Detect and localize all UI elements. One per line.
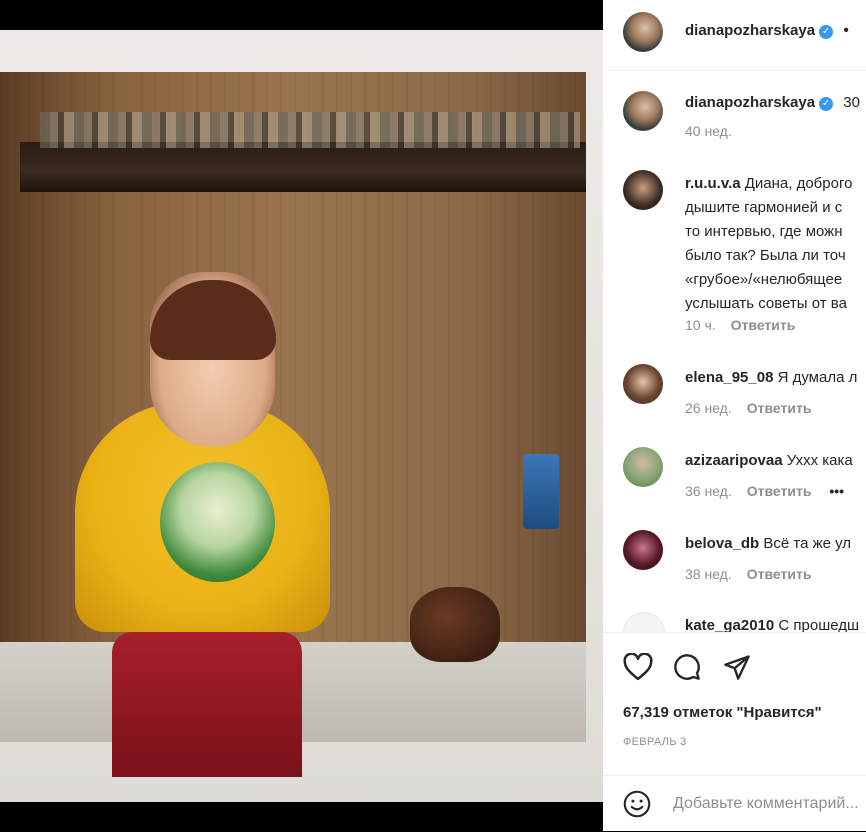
commenter-avatar[interactable] (623, 530, 663, 570)
commenter-avatar[interactable] (623, 364, 663, 404)
comment-time: 26 нед. (685, 400, 732, 416)
share-icon[interactable] (723, 653, 751, 681)
caption-time: 40 нед. (685, 123, 732, 139)
reply-button[interactable]: Ответить (747, 483, 812, 499)
author-username[interactable]: dianapozharskaya (685, 22, 815, 39)
comment-time: 36 нед. (685, 483, 732, 499)
emoji-icon[interactable] (623, 790, 651, 818)
comment-body: azizaaripovaa Ухxx кака (685, 449, 853, 473)
plush-toy (160, 462, 275, 582)
comment-line: дышите гармонией и с (685, 199, 843, 216)
verified-icon: ✓ (819, 97, 834, 111)
comment-body: kate_ga2010 С прошедш (685, 614, 859, 632)
commenter-username[interactable]: belova_db (685, 535, 759, 552)
comment-icon[interactable] (673, 653, 701, 681)
post-side-panel: dianapozharskaya ✓ • dianapozharskaya ✓ 30… (603, 0, 866, 831)
header-separator: • (843, 22, 849, 39)
reply-button[interactable]: Ответить (747, 400, 812, 416)
add-comment-bar: Добавьте комментарий... (603, 775, 866, 832)
comment-body: belova_db Всё та же ул (685, 532, 851, 556)
comment-text: Я думала л (777, 369, 858, 386)
comment-text: Всё та же ул (763, 535, 852, 552)
comment-text: С прошедш (778, 617, 860, 632)
shelf-items (40, 112, 580, 148)
more-options-icon[interactable]: ••• (829, 483, 844, 499)
post-header: dianapozharskaya ✓ • (603, 0, 866, 71)
commenter-username[interactable]: kate_ga2010 (685, 617, 774, 632)
comment-line: было так? Была ли точ (685, 247, 846, 264)
reply-button[interactable]: Ответить (747, 566, 812, 582)
post-photo[interactable] (0, 30, 603, 802)
comment-meta: 10 ч. Ответить (685, 317, 795, 333)
comment-line: то интервью, где можн (685, 223, 843, 240)
polaroid-print (0, 72, 586, 777)
likes-count[interactable]: 67,319 отметок "Нравится" (623, 704, 822, 721)
kettle (410, 587, 500, 662)
commenter-avatar[interactable] (623, 170, 663, 210)
caption-username[interactable]: dianapozharskaya (685, 94, 815, 111)
commenter-username[interactable]: azizaaripovaa (685, 452, 783, 469)
comment-input[interactable]: Добавьте комментарий... (673, 795, 859, 813)
shelf (20, 142, 586, 192)
comment-meta: 38 нед. Ответить (685, 566, 811, 582)
comment-line: услышать советы от ва (685, 295, 847, 312)
post-actions: 67,319 отметок "Нравится" ФЕВРАЛЬ 3 (603, 632, 866, 763)
post-date[interactable]: ФЕВРАЛЬ 3 (623, 736, 687, 748)
caption-text: 30 (843, 94, 860, 111)
comment-line: Диана, доброго (744, 175, 853, 192)
author-avatar[interactable] (623, 12, 663, 52)
caption-line: dianapozharskaya ✓ 30 (685, 91, 860, 115)
comments-list[interactable]: dianapozharskaya ✓ 30 40 нед. r.u.u.v.a Д… (603, 71, 866, 632)
girl-pants (112, 632, 302, 777)
verified-icon: ✓ (819, 25, 834, 39)
comment-line: «грубое»/«нелюбящее (685, 271, 843, 288)
comment-body: r.u.u.v.a Диана, доброго дышите гармоние… (685, 172, 852, 316)
caption-avatar[interactable] (623, 91, 663, 131)
comment-body: elena_95_08 Я думала л (685, 366, 857, 390)
comment-meta: 26 нед. Ответить (685, 400, 811, 416)
wall-phone (523, 454, 559, 529)
comment-time: 10 ч. (685, 317, 716, 333)
commenter-avatar[interactable] (623, 612, 665, 632)
heart-icon[interactable] (623, 653, 653, 681)
commenter-username[interactable]: r.u.u.v.a (685, 175, 741, 192)
reply-button[interactable]: Ответить (731, 317, 796, 333)
comment-text: Ухxx кака (786, 452, 853, 469)
commenter-avatar[interactable] (623, 447, 663, 487)
author-row: dianapozharskaya ✓ • (685, 22, 849, 40)
comment-meta: 36 нед. Ответить ••• (685, 483, 844, 499)
comment-time: 38 нед. (685, 566, 732, 582)
commenter-username[interactable]: elena_95_08 (685, 369, 773, 386)
